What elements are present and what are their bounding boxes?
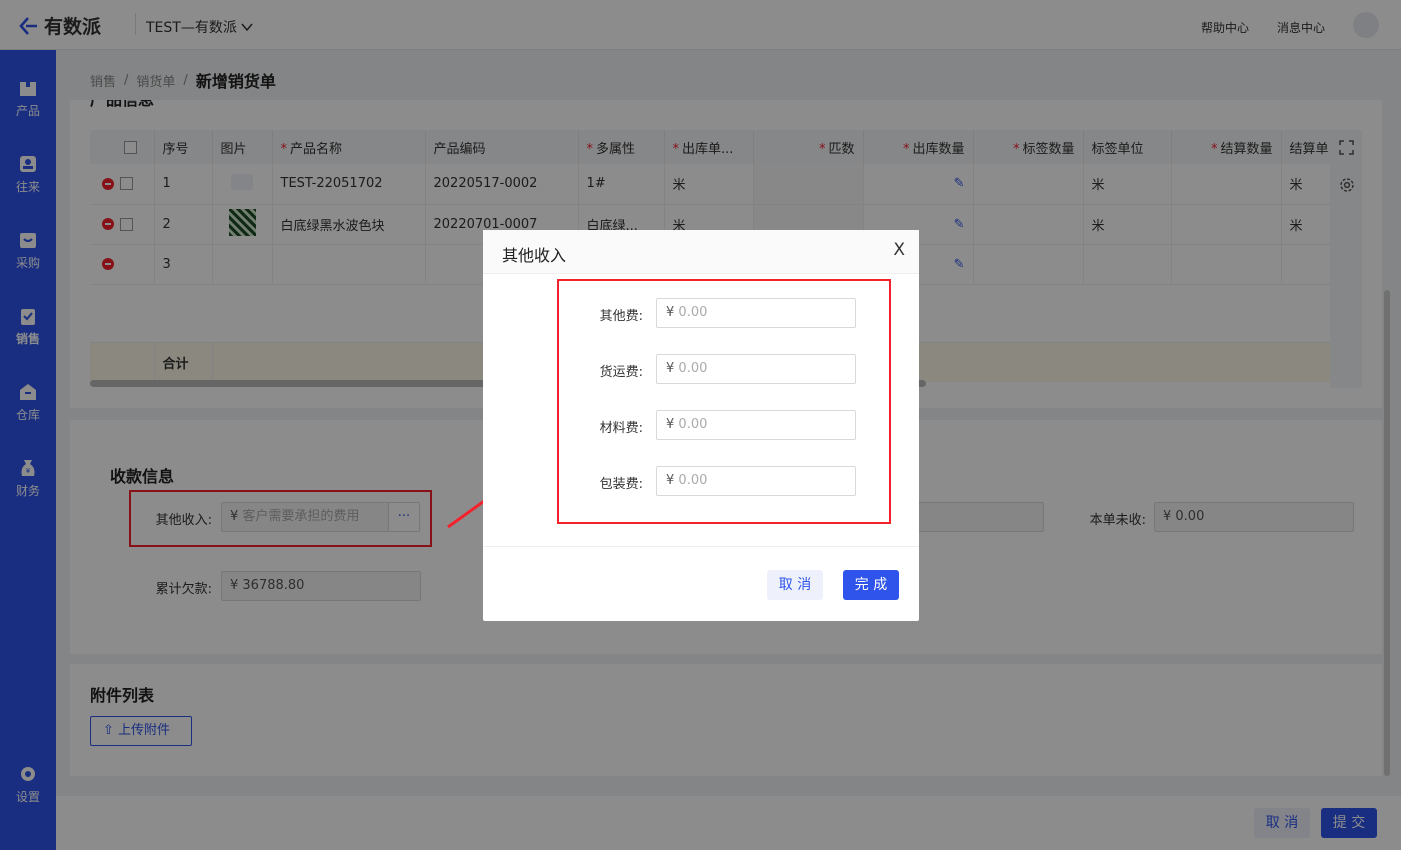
modal-cancel-button[interactable]: 取 消 [767,570,823,600]
highlight-box-modal [557,279,891,524]
modal-title: 其他收入 [502,246,567,265]
other-income-modal: 其他收入 X 其他费: ¥ 0.00 货运费: ¥ 0.00 材料费: ¥ 0.… [483,230,919,621]
modal-footer: 取 消 完 成 [483,546,919,621]
modal-confirm-button[interactable]: 完 成 [843,570,899,600]
close-icon[interactable]: X [893,240,905,260]
modal-header: 其他收入 X [483,230,919,274]
